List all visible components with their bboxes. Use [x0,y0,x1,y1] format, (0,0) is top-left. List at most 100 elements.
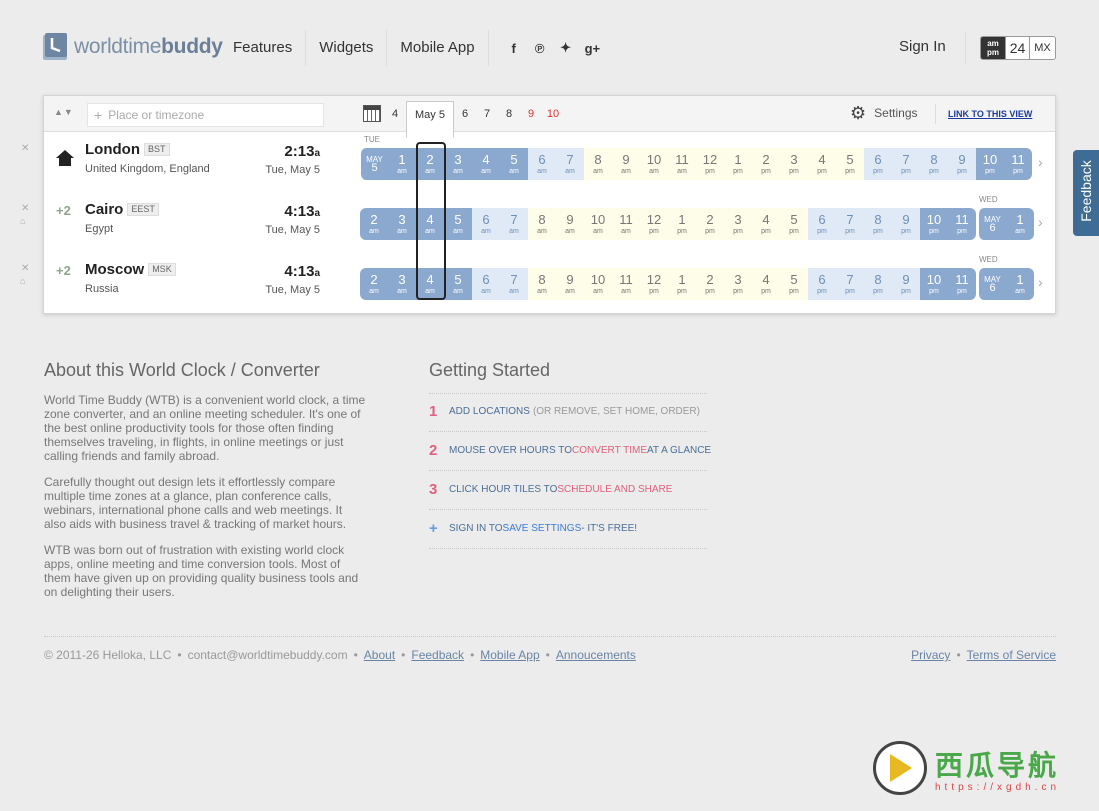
day-tab[interactable]: 4 [384,96,406,132]
mixed-format-button[interactable]: MX [1029,37,1055,59]
hour-tile[interactable]: 10 pm [920,268,948,300]
nav-mobile-app[interactable]: Mobile App [387,30,489,66]
city-name[interactable]: Moscow MSK [85,261,176,278]
chevron-right-icon[interactable]: › [1038,154,1043,170]
hour-tile[interactable]: 5 pm [836,148,864,180]
hour-tile[interactable]: 6 pm [808,208,836,240]
hour-tile[interactable]: 9 am [556,208,584,240]
hour-tile[interactable]: 11 am [612,268,640,300]
hour-tile[interactable]: 9 am [612,148,640,180]
hour-tile[interactable]: 4 pm [752,208,780,240]
hour-tile[interactable]: 9 am [556,268,584,300]
hour-tile[interactable]: 6 pm [864,148,892,180]
month-day-tile[interactable]: MAY 5 [360,148,388,180]
hour-tile[interactable]: 12 pm [640,208,668,240]
hour-tile[interactable]: 1 pm [668,208,696,240]
day-tab[interactable]: 7 [476,96,498,132]
hour-tile[interactable]: 6 pm [808,268,836,300]
settings-button[interactable]: ⚙ Settings [850,104,918,122]
hour-tile[interactable]: 5 am [500,148,528,180]
hour-tile[interactable]: 2 pm [752,148,780,180]
hour-tile[interactable]: 5 pm [780,208,808,240]
hour-tile[interactable]: 3 pm [780,148,808,180]
ampm-format-button[interactable]: am pm [981,37,1005,59]
hour-tile[interactable]: 11 pm [948,268,976,300]
hour-tile[interactable]: 5 am [444,268,472,300]
hour-tile[interactable]: 1 pm [668,268,696,300]
remove-location-icon[interactable]: ✕ [21,143,29,154]
month-day-tile[interactable]: MAY 6 [978,268,1006,300]
google-plus-icon[interactable]: g+ [585,41,601,56]
hour-tile[interactable]: 9 pm [948,148,976,180]
set-home-icon[interactable]: ⌂ [20,276,25,286]
hour-tile[interactable]: 2 pm [696,268,724,300]
hour-tile[interactable]: 12 pm [696,148,724,180]
hour-tile[interactable]: 7 pm [836,268,864,300]
getting-started-item[interactable]: 3 CLICK HOUR TILES TO SCHEDULE AND SHARE [429,481,672,498]
hour-tile[interactable]: 10 am [640,148,668,180]
chevron-right-icon[interactable]: › [1038,274,1043,290]
hour-tile[interactable]: 1 am [1006,268,1034,300]
hour-tile[interactable]: 7 am [556,148,584,180]
24h-format-button[interactable]: 24 [1005,37,1029,59]
hour-tile[interactable]: 4 pm [752,268,780,300]
place-search-input[interactable] [108,108,309,122]
day-tab[interactable]: 9 [520,96,542,132]
nav-widgets[interactable]: Widgets [306,30,388,66]
set-home-icon[interactable]: ⌂ [20,216,25,226]
feedback-tab[interactable]: Feedback [1073,150,1099,236]
hour-tile[interactable]: 11 pm [1004,148,1032,180]
hour-tile[interactable]: 3 am [388,208,416,240]
hour-tile[interactable]: 10 pm [976,148,1004,180]
city-name[interactable]: Cairo EEST [85,201,159,218]
hour-tile[interactable]: 4 am [472,148,500,180]
nav-features[interactable]: Features [220,30,307,66]
hour-tile[interactable]: 5 pm [780,268,808,300]
city-name[interactable]: London BST [85,141,170,158]
hour-tile[interactable]: 8 am [584,148,612,180]
hour-tile[interactable]: 7 pm [836,208,864,240]
footer-feedback-link[interactable]: Feedback [411,648,464,662]
footer-announcements-link[interactable]: Annoucements [556,648,636,662]
hour-tile[interactable]: 3 am [444,148,472,180]
hour-tile[interactable]: 9 pm [892,208,920,240]
hour-tile[interactable]: 11 pm [948,208,976,240]
hour-tile[interactable]: 6 am [472,268,500,300]
hour-tile[interactable]: 2 am [360,208,388,240]
hour-tile[interactable]: 1 am [1006,208,1034,240]
hour-tile[interactable]: 2 pm [696,208,724,240]
day-tab[interactable]: 8 [498,96,520,132]
hour-tile[interactable]: 10 pm [920,208,948,240]
contact-email[interactable]: contact@worldtimebuddy.com [188,648,348,662]
hour-tile[interactable]: 1 pm [724,148,752,180]
hour-tile[interactable]: 8 am [528,268,556,300]
pinterest-icon[interactable]: ℗ [533,41,547,56]
day-tab[interactable]: 6 [454,96,476,132]
hour-tile[interactable]: 5 am [444,208,472,240]
hour-tile[interactable]: 1 am [388,148,416,180]
privacy-link[interactable]: Privacy [911,648,950,662]
hour-tile[interactable]: 11 am [668,148,696,180]
hour-tile[interactable]: 3 pm [724,268,752,300]
hour-tile[interactable]: 6 am [472,208,500,240]
hour-tile[interactable]: 8 pm [920,148,948,180]
hour-tile[interactable]: 2 am [360,268,388,300]
getting-started-item[interactable]: 1 ADD LOCATIONS (OR REMOVE, SET HOME, ORDE… [429,403,700,420]
footer-about-link[interactable]: About [364,648,395,662]
hour-tile[interactable]: 8 am [528,208,556,240]
footer-mobile-app-link[interactable]: Mobile App [480,648,539,662]
chevron-right-icon[interactable]: › [1038,214,1043,230]
month-day-tile[interactable]: MAY 6 [978,208,1006,240]
hour-tile[interactable]: 8 pm [864,268,892,300]
twitter-icon[interactable]: ✦ [559,40,573,56]
hour-tile[interactable]: 7 pm [892,148,920,180]
hour-tile[interactable]: 3 am [388,268,416,300]
calendar-icon[interactable] [363,105,381,122]
hour-tile[interactable]: 3 pm [724,208,752,240]
facebook-icon[interactable]: f [507,41,521,56]
day-tab[interactable]: 10 [542,96,564,132]
hour-tile[interactable]: 6 am [528,148,556,180]
hour-tile[interactable]: 4 pm [808,148,836,180]
getting-started-item[interactable]: 2 MOUSE OVER HOURS TO CONVERT TIME AT A G… [429,442,711,459]
hour-tile[interactable]: 8 pm [864,208,892,240]
